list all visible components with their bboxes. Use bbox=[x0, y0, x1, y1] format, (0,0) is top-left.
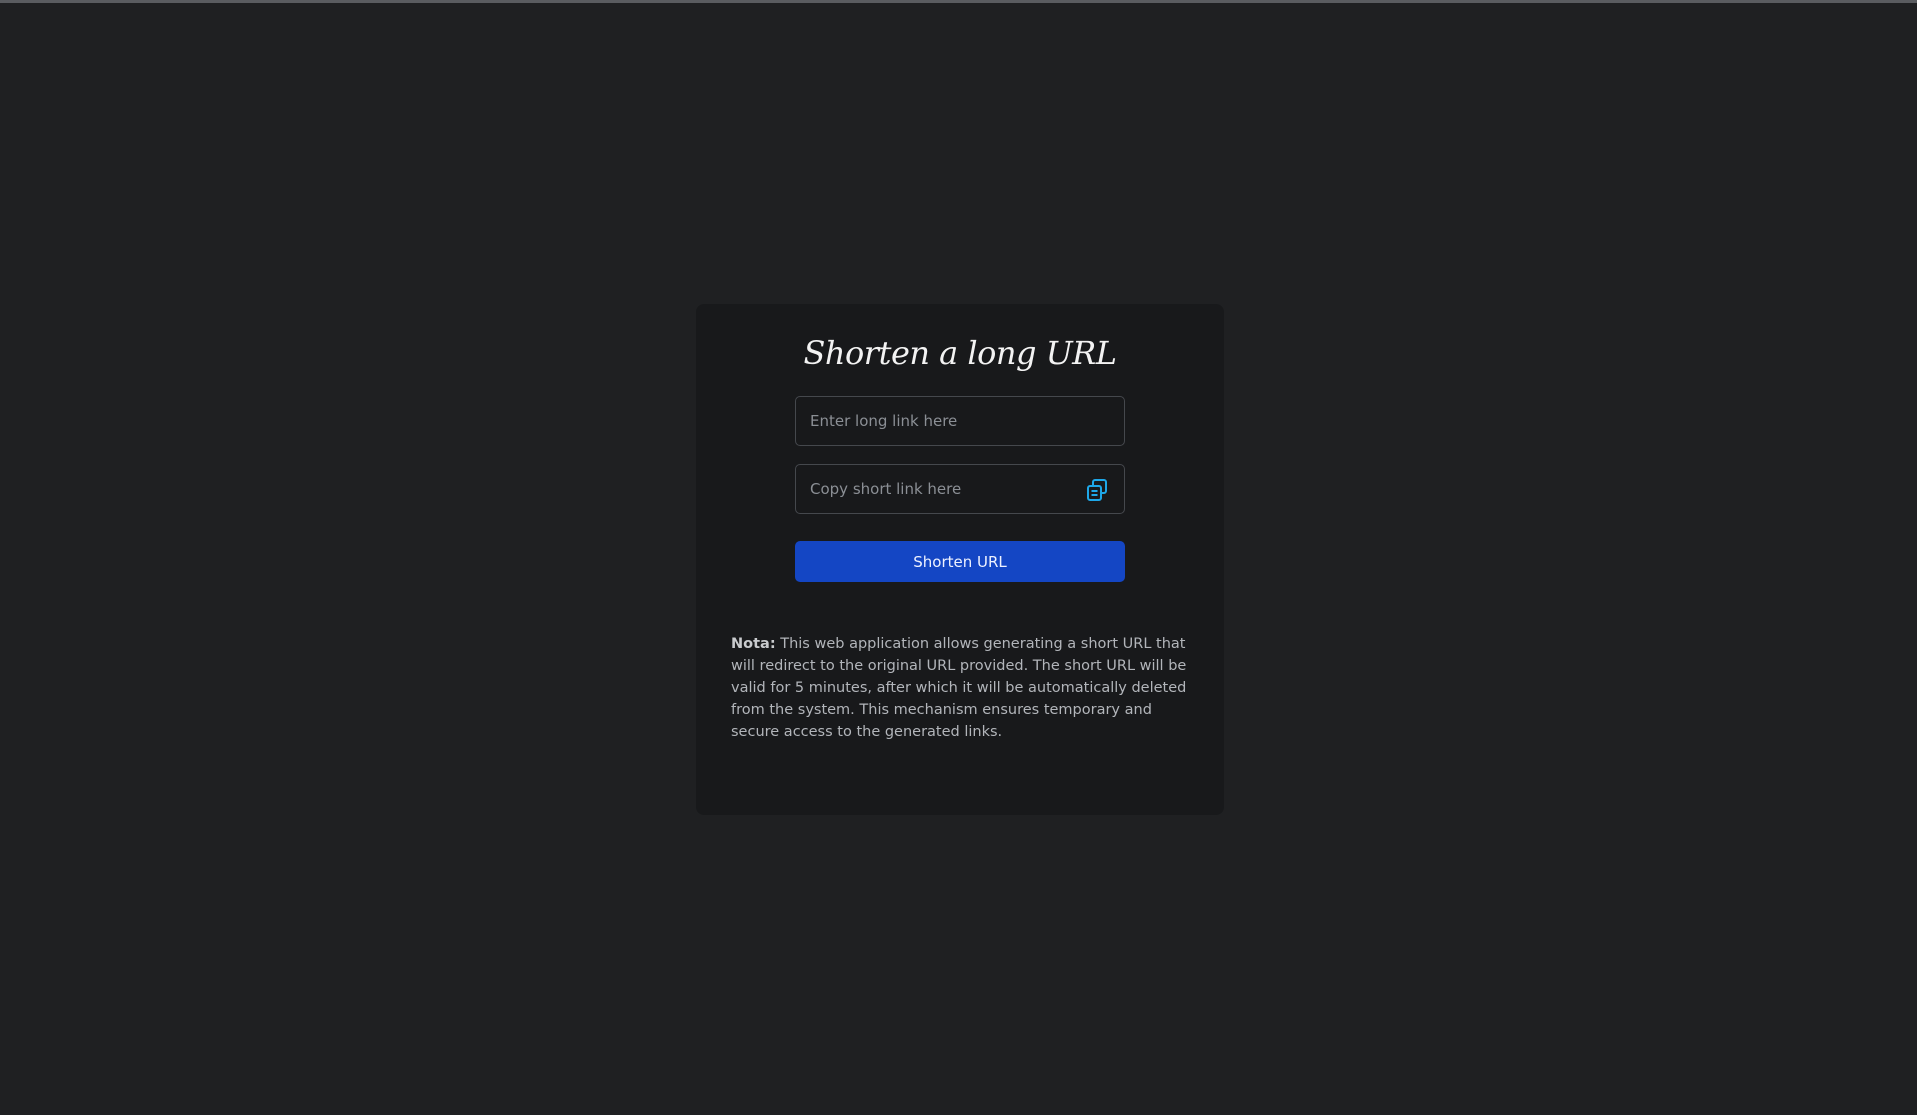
info-note: Nota: This web application allows genera… bbox=[731, 633, 1191, 743]
short-url-input[interactable] bbox=[796, 465, 1124, 513]
shortener-card: Shorten a long URL Shorten URL Nota: Thi… bbox=[696, 304, 1224, 815]
long-url-input[interactable] bbox=[796, 397, 1124, 445]
note-text: This web application allows generating a… bbox=[731, 636, 1187, 740]
short-url-field bbox=[795, 464, 1125, 514]
note-label: Nota: bbox=[731, 636, 776, 652]
long-url-field bbox=[795, 396, 1125, 446]
top-rule bbox=[0, 0, 1917, 3]
page-title: Shorten a long URL bbox=[803, 334, 1118, 372]
copy-icon[interactable] bbox=[1084, 477, 1110, 503]
shorten-url-button[interactable]: Shorten URL bbox=[795, 541, 1125, 582]
